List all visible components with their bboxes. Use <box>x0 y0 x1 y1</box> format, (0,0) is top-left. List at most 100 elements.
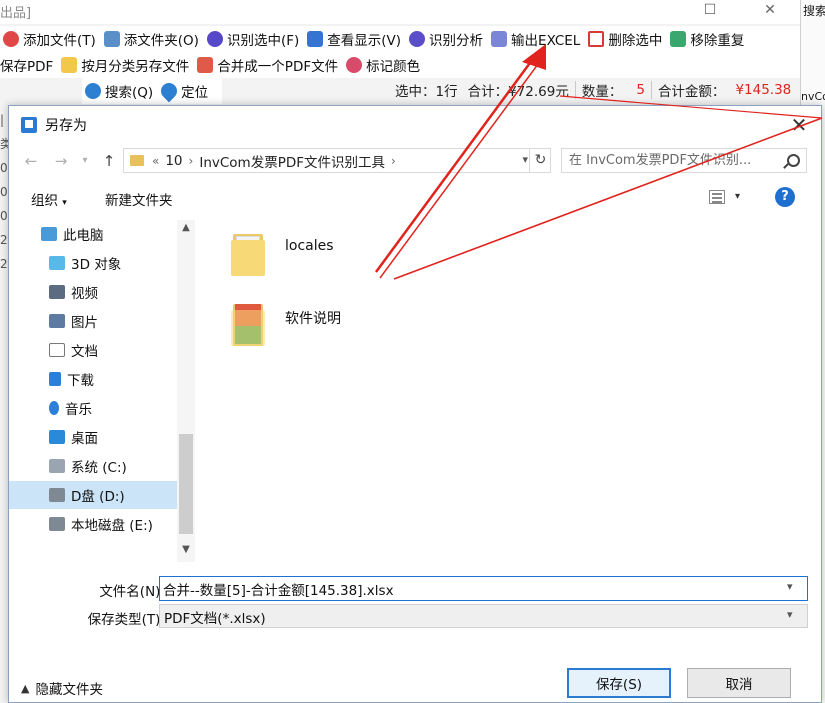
scroll-thumb[interactable] <box>179 434 193 534</box>
chevron-down-icon[interactable]: ▾ <box>787 608 793 621</box>
nav-item-3d-objects[interactable]: 3D 对象 <box>9 249 177 277</box>
chevron-up-icon: ▲ <box>21 681 30 695</box>
add-file-button[interactable]: 添加文件(T) <box>0 27 101 51</box>
recent-dropdown-icon[interactable]: ▾ <box>73 149 97 173</box>
filename-label: 文件名(N): <box>99 584 165 600</box>
music-icon <box>49 401 59 415</box>
chevron-down-icon[interactable]: ▾ <box>735 191 740 202</box>
filename-input[interactable] <box>159 576 808 601</box>
subtotal-label: 合计： <box>467 84 509 100</box>
folder-icon <box>231 300 265 346</box>
address-overflow[interactable]: « <box>152 154 159 168</box>
save-button[interactable]: 保存(S) <box>567 668 671 698</box>
chevron-down-icon[interactable]: ▾ <box>787 580 793 593</box>
drive-icon <box>49 488 65 502</box>
nav-pane-scrollbar[interactable]: ▲ ▼ <box>177 220 195 562</box>
up-arrow-icon[interactable]: ↑ <box>97 149 121 173</box>
count-label: 数量： <box>581 84 623 100</box>
file-item-locales[interactable]: locales <box>231 230 411 290</box>
search-button[interactable]: 搜索(Q) <box>82 79 158 103</box>
breadcrumb-segment[interactable]: 10 <box>165 153 182 169</box>
nav-item-e-drive[interactable]: 本地磁盘 (E:) <box>9 510 177 538</box>
search-input[interactable] <box>569 153 779 168</box>
scroll-down-icon[interactable]: ▼ <box>177 544 195 560</box>
this-pc-icon <box>41 227 57 241</box>
trash-icon <box>588 31 605 47</box>
nav-item-pictures[interactable]: 图片 <box>9 307 177 335</box>
save-dialog-icon <box>21 117 37 133</box>
maximize-icon[interactable]: ☐ <box>690 0 730 22</box>
nav-item-d-drive[interactable]: D盘 (D:) <box>9 481 177 509</box>
nav-item-system-drive[interactable]: 系统 (C:) <box>9 452 177 480</box>
navigation-row: ← → ▾ ↑ « 10 › InvCom发票PDF文件识别工具 › ▾ ↻ <box>9 144 821 178</box>
scroll-up-icon[interactable]: ▲ <box>177 222 195 238</box>
folder-icon <box>61 57 78 73</box>
help-icon[interactable]: ? <box>775 187 795 207</box>
nav-item-documents[interactable]: 文档 <box>9 336 177 364</box>
nav-item-music[interactable]: 音乐 <box>9 394 177 422</box>
total-label: 合计金额： <box>657 84 726 100</box>
back-arrow-icon[interactable]: ← <box>19 149 43 173</box>
file-item-manual[interactable]: 软件说明 <box>231 300 411 360</box>
subtotal-value: ¥72.69元 <box>508 84 569 100</box>
export-excel-button[interactable]: 输出EXCEL <box>488 27 585 51</box>
search-icon[interactable] <box>787 154 800 167</box>
system-drive-icon <box>49 459 65 473</box>
count-value: 5 <box>636 82 645 98</box>
close-icon[interactable]: ✕ <box>750 0 790 22</box>
documents-icon <box>49 343 65 357</box>
delete-selected-button[interactable]: 删除选中 <box>585 27 667 51</box>
organize-button[interactable]: 组织 ▾ <box>31 189 67 209</box>
merge-pdf-button[interactable]: 合并成一个PDF文件 <box>194 53 343 77</box>
analyze-button[interactable]: 识别分析 <box>406 27 488 51</box>
nav-item-desktop[interactable]: 桌面 <box>9 423 177 451</box>
forward-arrow-icon[interactable]: → <box>49 149 73 173</box>
locate-icon <box>157 79 181 103</box>
save-by-month-button[interactable]: 按月分类另存文件 <box>58 53 194 77</box>
hide-folders-toggle[interactable]: ▲ 隐藏文件夹 <box>21 678 103 699</box>
3d-objects-icon <box>49 256 65 270</box>
new-folder-button[interactable]: 新建文件夹 <box>105 189 173 209</box>
folder-icon <box>231 230 265 276</box>
dialog-title: 另存为 <box>45 118 87 134</box>
dialog-close-icon[interactable]: ✕ <box>783 110 815 140</box>
save-pdf-button[interactable]: 保存PDF <box>0 53 58 77</box>
view-display-button[interactable]: 查看显示(V) <box>304 27 406 51</box>
refresh-icon[interactable]: ↻ <box>529 148 551 173</box>
excel-export-icon <box>491 31 508 47</box>
address-bar[interactable]: « 10 › InvCom发票PDF文件识别工具 › ▾ ↻ <box>123 148 551 173</box>
filename-row: 文件名(N): ▾ <box>9 576 821 602</box>
drive-icon <box>49 517 65 531</box>
download-icon <box>49 372 61 386</box>
cancel-button[interactable]: 取消 <box>687 668 791 698</box>
recognize-selected-icon <box>206 31 223 47</box>
nav-item-this-pc[interactable]: 此电脑 <box>9 220 177 248</box>
bg-titlebar: 出品] ☐ ✕ <box>0 0 800 24</box>
breadcrumb-segment[interactable]: InvCom发票PDF文件识别工具 <box>199 151 385 171</box>
recognize-selected-button[interactable]: 识别选中(F) <box>204 27 304 51</box>
command-bar: 组织 ▾ 新建文件夹 ▾ ? <box>9 181 821 215</box>
nav-item-downloads[interactable]: 下载 <box>9 365 177 393</box>
nav-item-video[interactable]: 视频 <box>9 278 177 306</box>
add-folder-button[interactable]: 添文件夹(O) <box>101 27 204 51</box>
video-icon <box>49 285 65 299</box>
filetype-select[interactable]: PDF文档(*.xlsx) <box>159 604 808 628</box>
dialog-titlebar: 另存为 ✕ <box>9 106 821 144</box>
toolbar-row-3: 搜索(Q) 定位 <box>82 78 222 104</box>
folder-icon <box>130 155 144 166</box>
pictures-icon <box>49 314 65 328</box>
view-list-icon <box>307 31 324 47</box>
locate-button[interactable]: 定位 <box>157 79 213 103</box>
search-icon <box>85 83 101 99</box>
file-list: locales 软件说明 <box>195 220 821 562</box>
remove-duplicates-button[interactable]: 移除重复 <box>667 27 749 51</box>
mark-color-button[interactable]: 标记颜色 <box>343 53 425 77</box>
selected-rows-label: 选中：1行 <box>395 84 458 100</box>
pdf-icon <box>197 57 214 73</box>
view-options-icon[interactable] <box>709 190 725 204</box>
chevron-down-icon[interactable]: ▾ <box>522 153 528 166</box>
chevron-right-icon[interactable]: › <box>391 154 396 168</box>
save-as-dialog: 另存为 ✕ ← → ▾ ↑ « 10 › InvCom发票PDF文件识别工具 ›… <box>8 105 822 703</box>
chevron-right-icon[interactable]: › <box>189 154 194 168</box>
status-divider <box>574 81 576 99</box>
